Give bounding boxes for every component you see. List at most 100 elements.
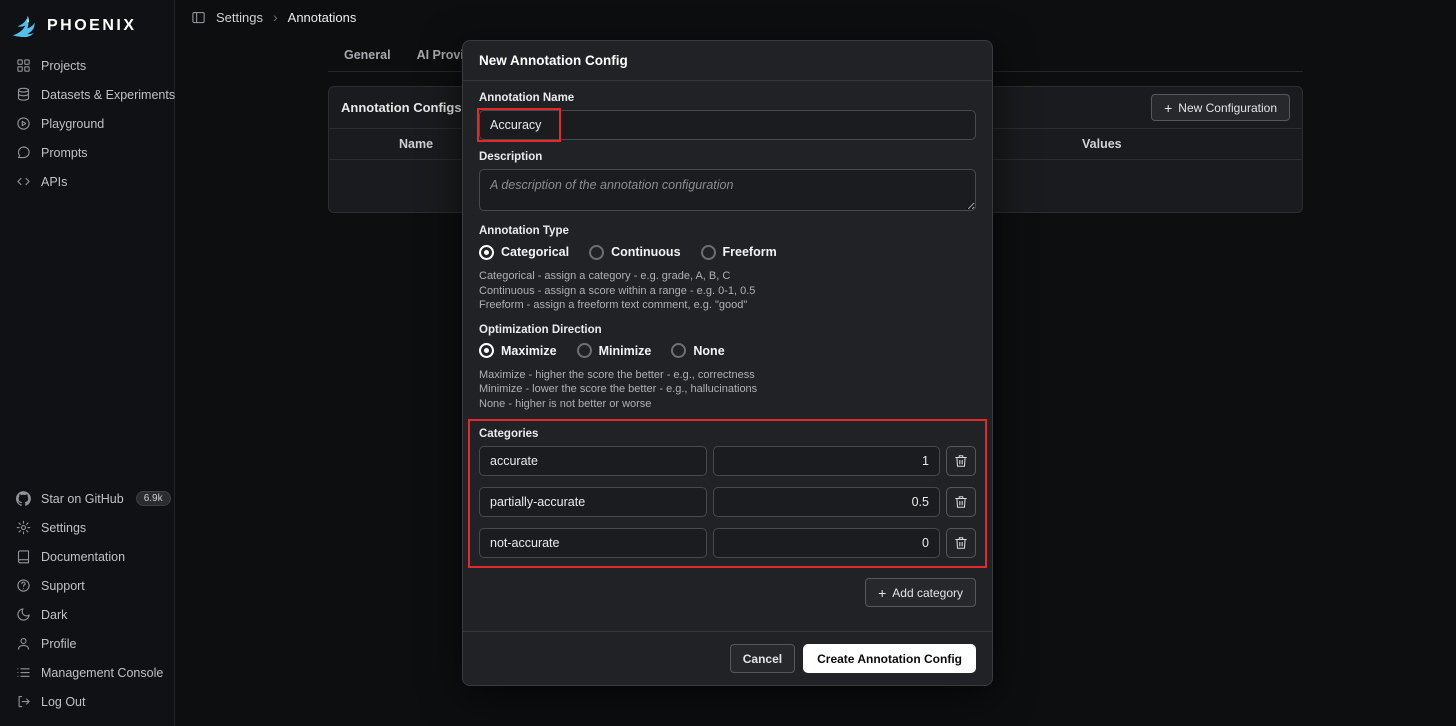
moon-icon xyxy=(16,607,31,622)
github-icon xyxy=(16,491,31,506)
sidebar-item-label: Settings xyxy=(41,520,87,535)
database-icon xyxy=(16,87,31,102)
sidebar-item-label: Management Console xyxy=(41,665,164,680)
breadcrumb-annotations: Annotations xyxy=(287,9,357,25)
help-line: Maximize - higher the score the better -… xyxy=(479,368,755,381)
category-value-input[interactable] xyxy=(712,487,940,517)
github-stars-badge: 6.9k xyxy=(135,491,171,506)
category-value-input[interactable] xyxy=(712,446,940,476)
sidebar-item-label: Log Out xyxy=(41,694,86,709)
add-category-label: Add category xyxy=(892,585,963,600)
trash-icon xyxy=(955,537,967,549)
new-annotation-config-modal: New Annotation Config Annotation Name De… xyxy=(462,40,993,686)
radio-circle-icon xyxy=(589,244,605,260)
radio-label: None xyxy=(693,343,725,358)
sidebar-item-label: Star on GitHub xyxy=(41,491,124,506)
phoenix-bird-icon xyxy=(12,14,40,37)
description-textarea[interactable] xyxy=(479,169,976,211)
delete-category-button[interactable] xyxy=(946,446,976,476)
help-line: Categorical - assign a category - e.g. g… xyxy=(479,270,731,282)
radio-circle-icon xyxy=(479,343,494,358)
help-line: None - higher is not better or worse xyxy=(479,397,652,410)
radio-label: Minimize xyxy=(598,343,652,358)
trash-icon xyxy=(955,496,967,508)
annotation-type-help: Categorical - assign a category - e.g. g… xyxy=(479,269,976,313)
modal-body: Annotation Name Description Annotation T… xyxy=(463,81,992,631)
phoenix-logo[interactable]: PHOENIX xyxy=(0,8,174,51)
help-icon xyxy=(16,578,31,593)
panel-title: Annotation Configs xyxy=(341,100,462,115)
sidebar-item-management-console[interactable]: Management Console xyxy=(0,658,174,687)
category-value-input[interactable] xyxy=(712,528,940,558)
category-name-input[interactable] xyxy=(479,487,707,517)
topbar: Settings › Annotations xyxy=(175,0,1456,34)
description-label: Description xyxy=(479,151,543,163)
tab-general[interactable]: General xyxy=(344,48,391,71)
new-configuration-button[interactable]: + New Configuration xyxy=(1151,94,1290,121)
annotation-name-input[interactable] xyxy=(479,110,976,140)
category-row xyxy=(479,487,976,517)
column-values: Values xyxy=(1082,137,1122,151)
new-configuration-label: New Configuration xyxy=(1178,100,1277,115)
radio-minimize[interactable]: Minimize xyxy=(576,343,652,358)
radio-label: Freeform xyxy=(722,245,777,259)
breadcrumb-separator: › xyxy=(272,9,278,25)
radio-categorical[interactable]: Categorical xyxy=(479,244,570,260)
sidebar-item-logout[interactable]: Log Out xyxy=(0,687,174,716)
highlight-box-categories: Categories xyxy=(468,419,987,568)
trash-icon xyxy=(955,455,967,467)
gear-icon xyxy=(16,520,31,535)
radio-circle-icon xyxy=(671,343,687,358)
help-line: Minimize - lower the score the better - … xyxy=(479,383,758,395)
sidebar-item-prompts[interactable]: Prompts xyxy=(0,138,174,167)
categories-label: Categories xyxy=(479,428,539,440)
radio-label: Continuous xyxy=(611,245,681,259)
category-name-input[interactable] xyxy=(479,446,707,476)
sidebar-item-projects[interactable]: Projects xyxy=(0,51,174,80)
sidebar-item-apis[interactable]: APIs xyxy=(0,167,174,196)
sidebar-item-playground[interactable]: Playground xyxy=(0,109,174,138)
delete-category-button[interactable] xyxy=(946,528,976,558)
optimization-direction-label: Optimization Direction xyxy=(479,323,602,336)
radio-none[interactable]: None xyxy=(671,343,725,358)
grid-icon xyxy=(16,58,31,73)
chat-icon xyxy=(16,145,31,160)
sidebar-item-label: Support xyxy=(41,578,85,593)
sidebar-item-datasets[interactable]: Datasets & Experiments xyxy=(0,80,175,109)
sidebar-item-documentation[interactable]: Documentation xyxy=(0,542,174,571)
sidebar-item-support[interactable]: Support xyxy=(0,571,174,600)
radio-maximize[interactable]: Maximize xyxy=(479,343,557,358)
sidebar-item-label: Playground xyxy=(41,116,105,131)
breadcrumb-settings[interactable]: Settings xyxy=(216,10,263,25)
annotation-name-label: Annotation Name xyxy=(479,92,575,104)
optimization-direction-help: Maximize - higher the score the better -… xyxy=(479,368,976,412)
sidebar-item-label: Profile xyxy=(41,636,77,651)
console-icon xyxy=(16,665,31,680)
code-icon xyxy=(16,174,31,189)
category-row xyxy=(479,446,976,476)
radio-label: Maximize xyxy=(501,343,557,358)
annotation-type-radio-group: Categorical Continuous Freeform xyxy=(479,243,976,261)
delete-category-button[interactable] xyxy=(946,487,976,517)
sidebar-item-github-star[interactable]: Star on GitHub 6.9k xyxy=(0,484,174,513)
category-row xyxy=(479,528,976,558)
sidebar-item-label: Prompts xyxy=(41,145,88,160)
create-annotation-config-button[interactable]: Create Annotation Config xyxy=(803,644,976,673)
person-icon xyxy=(16,636,31,651)
cancel-button[interactable]: Cancel xyxy=(729,644,796,673)
sidebar-item-profile[interactable]: Profile xyxy=(0,629,174,658)
radio-circle-icon xyxy=(576,343,592,358)
logo-text: PHOENIX xyxy=(47,16,137,34)
radio-freeform[interactable]: Freeform xyxy=(700,244,777,260)
radio-circle-icon xyxy=(700,244,716,260)
help-line: Freeform - assign a freeform text commen… xyxy=(479,299,748,311)
sidebar-item-theme-dark[interactable]: Dark xyxy=(0,600,174,629)
sidebar-toggle-icon[interactable] xyxy=(191,10,206,25)
radio-label: Categorical xyxy=(501,245,570,259)
add-category-button[interactable]: + Add category xyxy=(865,578,976,607)
play-icon xyxy=(16,116,31,131)
category-name-input[interactable] xyxy=(479,528,707,558)
radio-continuous[interactable]: Continuous xyxy=(589,244,681,260)
sidebar-item-settings[interactable]: Settings xyxy=(0,513,174,542)
